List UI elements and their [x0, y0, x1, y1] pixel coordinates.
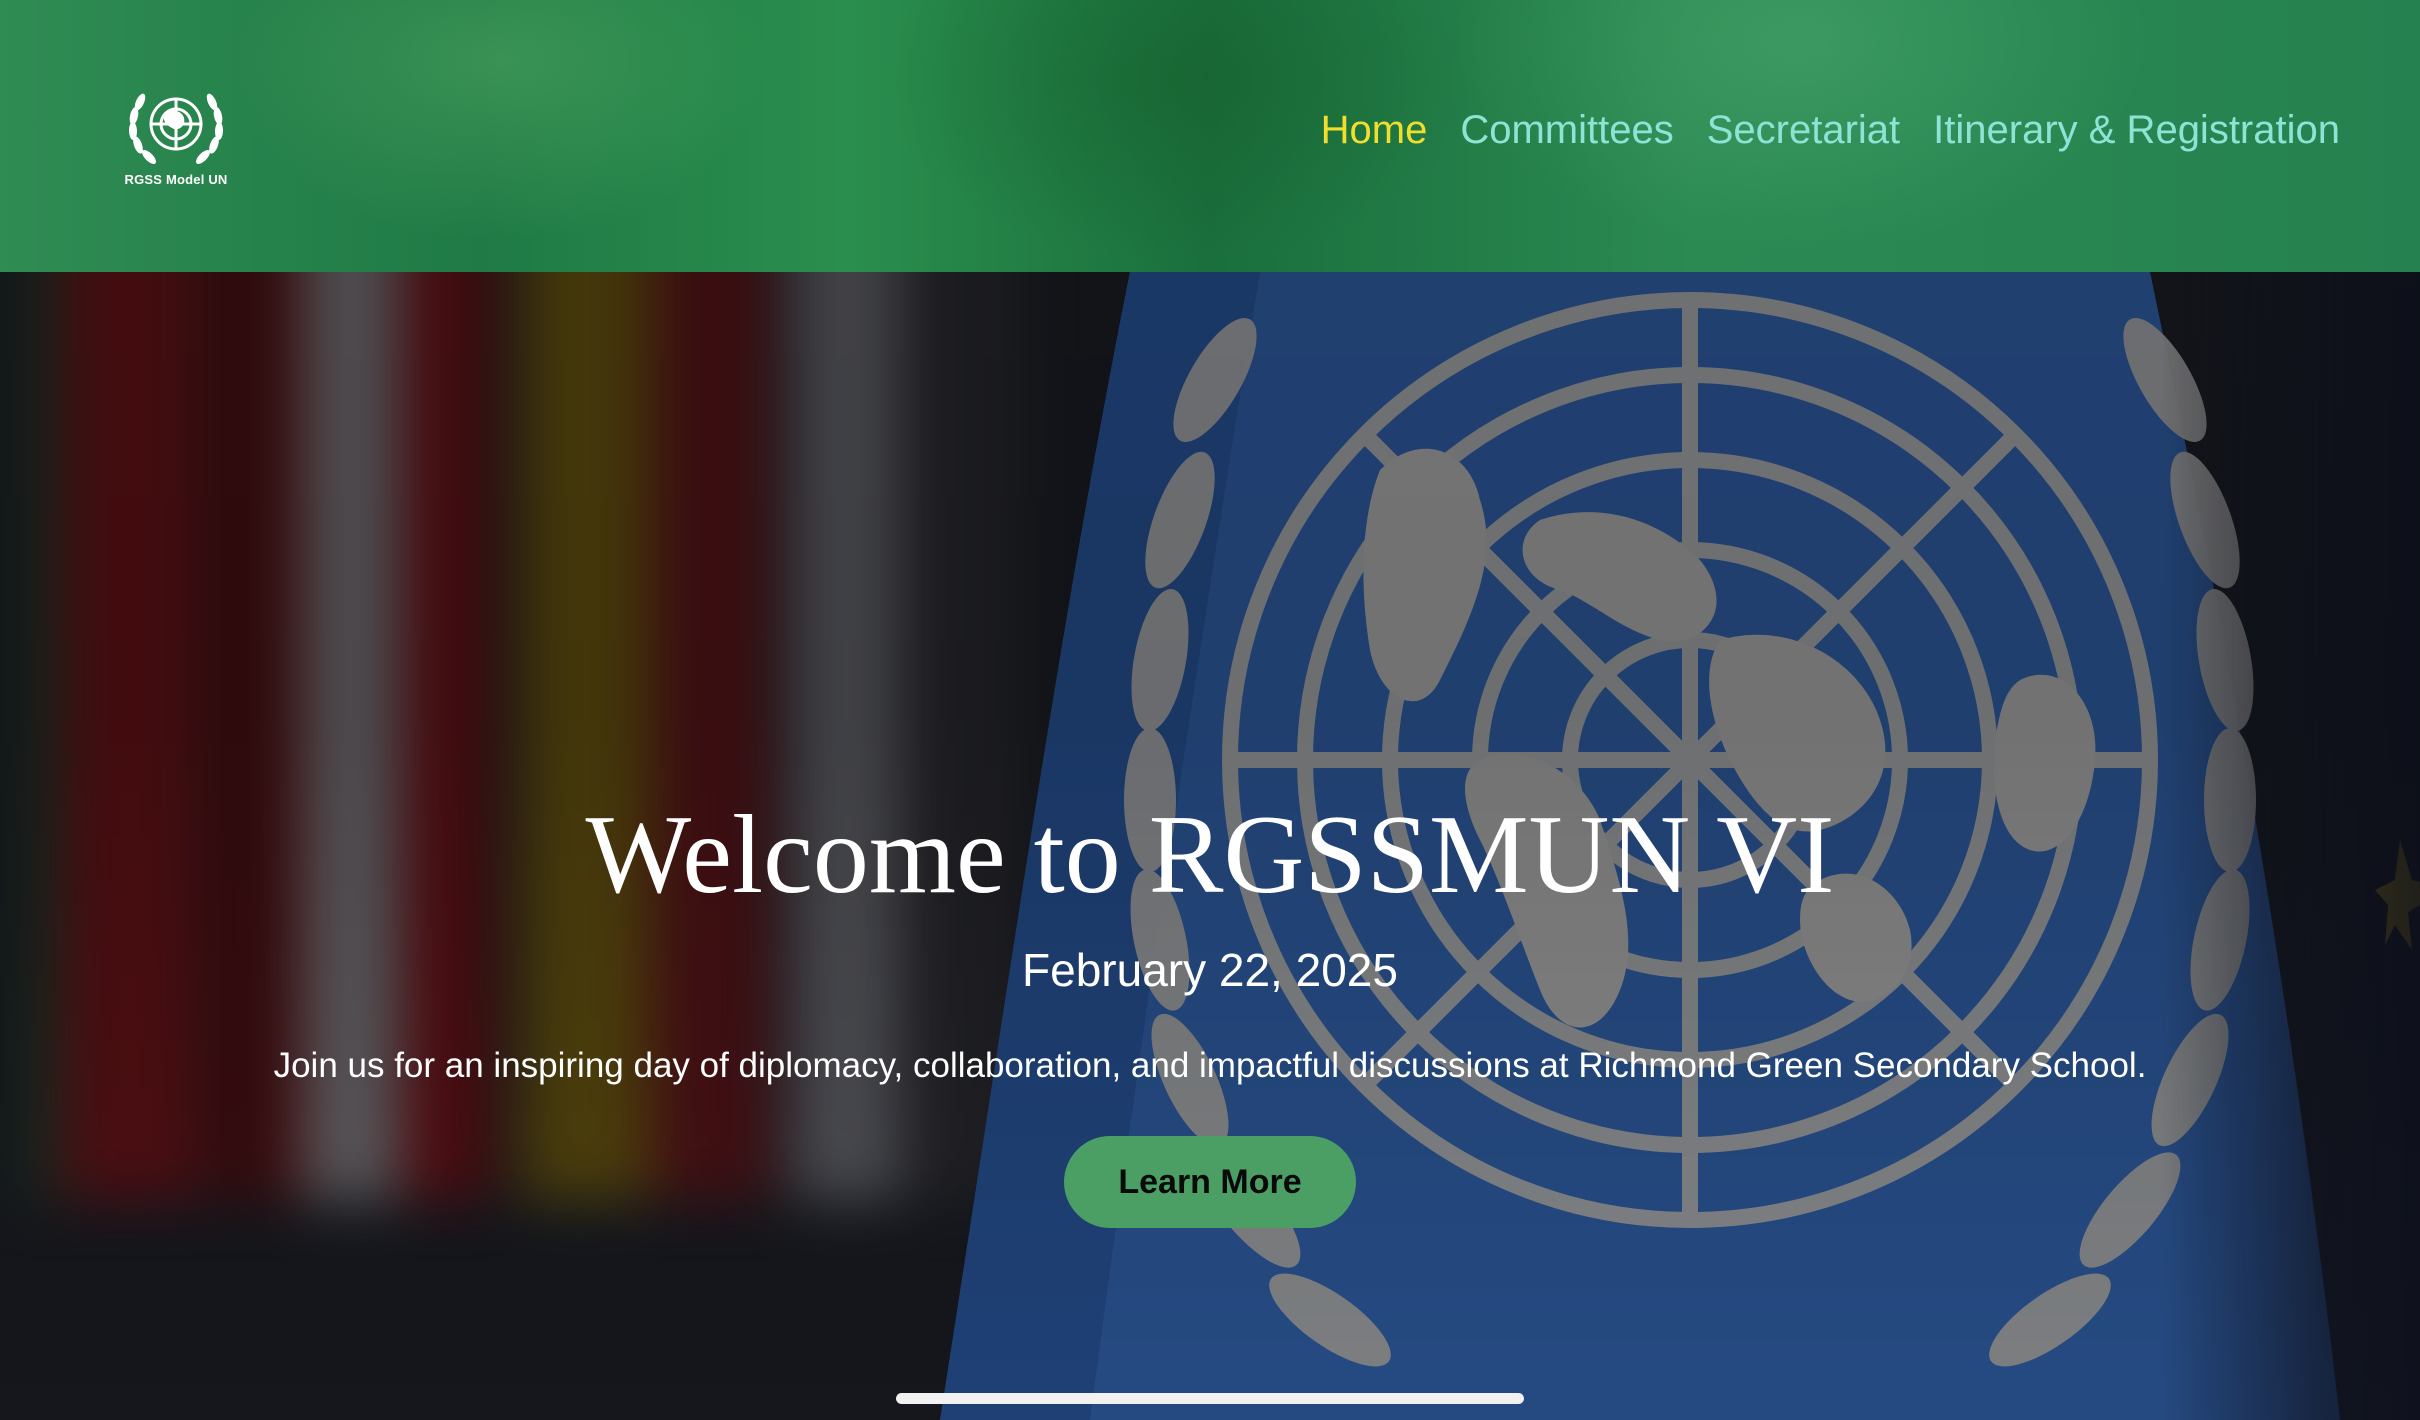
main-nav: Home Committees Secretariat Itinerary & …	[1321, 108, 2340, 153]
home-indicator[interactable]	[896, 1393, 1524, 1404]
page: RGSS Model UN Home Committees Secretaria…	[0, 0, 2420, 1420]
hero-title: Welcome to RGSSMUN VI	[585, 793, 1835, 917]
un-emblem-icon	[128, 93, 224, 164]
site-header: RGSS Model UN Home Committees Secretaria…	[0, 0, 2420, 272]
nav-home[interactable]: Home	[1321, 108, 1428, 153]
logo-text: RGSS Model UN	[124, 172, 228, 187]
nav-committees[interactable]: Committees	[1460, 108, 1673, 153]
hero-date: February 22, 2025	[1022, 944, 1398, 996]
nav-itinerary-registration[interactable]: Itinerary & Registration	[1933, 108, 2340, 153]
nav-secretariat[interactable]: Secretariat	[1707, 108, 1900, 153]
site-logo[interactable]: RGSS Model UN	[120, 82, 232, 192]
hero-description: Join us for an inspiring day of diplomac…	[273, 1046, 2147, 1085]
learn-more-button[interactable]: Learn More	[1064, 1136, 1356, 1228]
